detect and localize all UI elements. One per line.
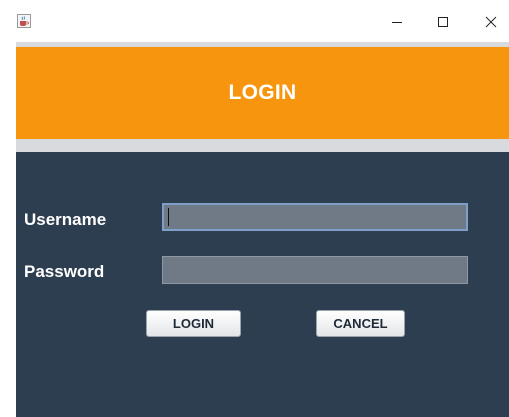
password-label: Password [24,262,105,281]
maximize-button[interactable] [426,9,460,35]
close-button[interactable] [474,9,508,35]
title-bar[interactable] [0,0,509,42]
login-window: LOGIN Username Password LOGIN CANCEL [0,0,509,417]
minimize-icon [392,22,402,23]
maximize-icon [438,17,448,27]
username-field[interactable] [162,203,468,231]
login-button[interactable]: LOGIN [146,310,241,337]
close-icon [485,16,497,28]
login-form: Username Password LOGIN CANCEL [16,152,509,417]
text-cursor [168,208,169,226]
cancel-button[interactable]: CANCEL [316,310,405,337]
minimize-button[interactable] [380,9,414,35]
header-title: LOGIN [228,81,297,104]
java-cup-icon [17,14,31,28]
login-header: LOGIN [16,47,509,139]
password-field[interactable] [162,256,468,284]
content-pane: LOGIN Username Password LOGIN CANCEL [16,42,509,417]
username-label: Username [24,210,107,229]
